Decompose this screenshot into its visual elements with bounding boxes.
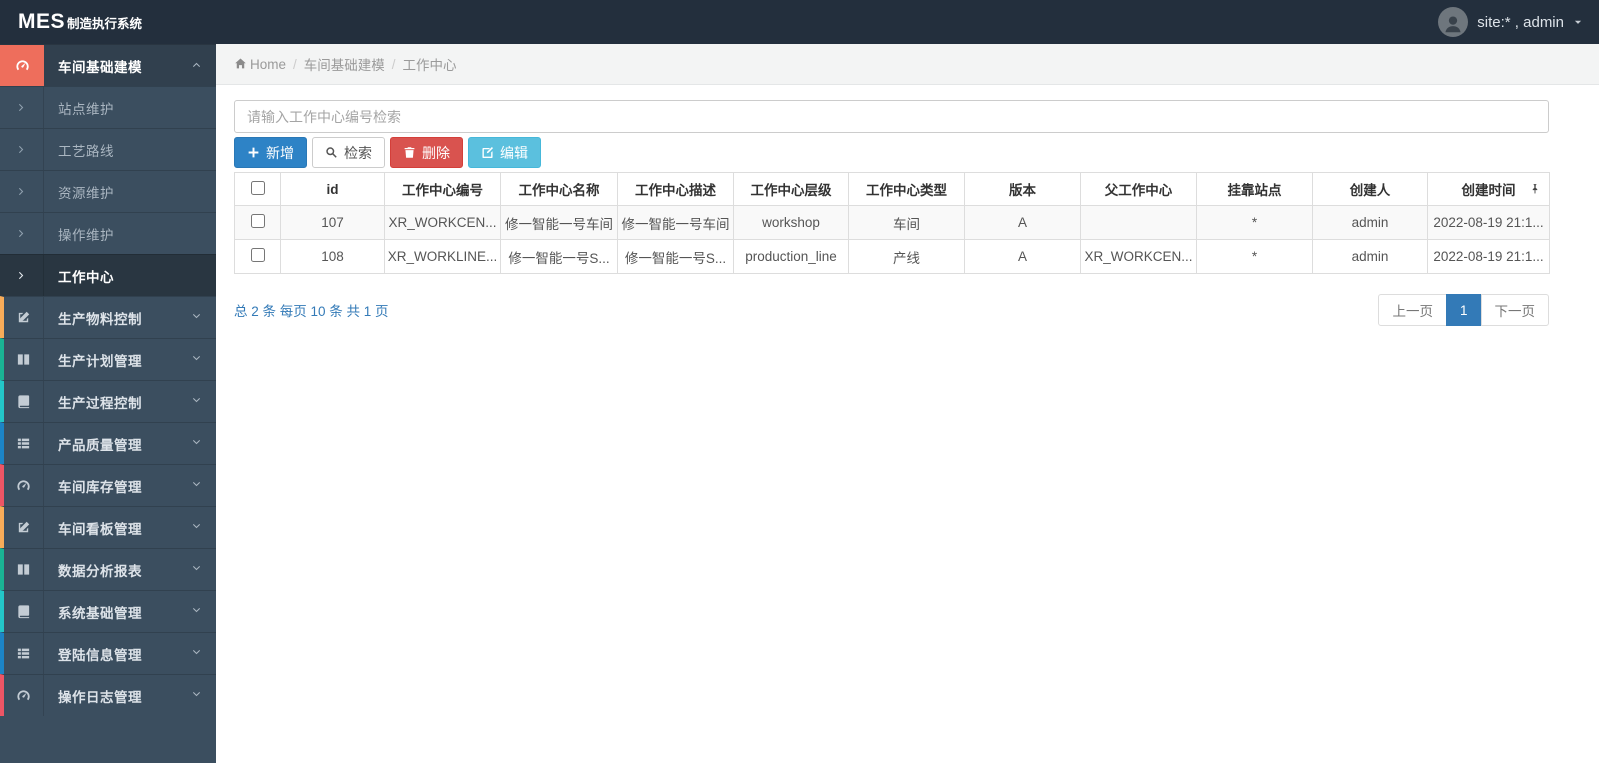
sidebar-item-inventory-management[interactable]: 车间库存管理 xyxy=(0,464,216,506)
col-id: id xyxy=(280,172,385,206)
sidebar-item-operation-maintenance[interactable]: 操作维护 xyxy=(0,212,216,254)
work-center-table: id 工作中心编号 工作中心名称 工作中心描述 工作中心层级 工作中心类型 版本… xyxy=(234,172,1550,274)
chevron-down-icon xyxy=(191,477,202,495)
dashboard-icon xyxy=(0,45,44,86)
table-row[interactable]: 108 XR_WORKLINE... 修一智能一号S... 修一智能一号S...… xyxy=(234,239,1550,274)
columns-icon xyxy=(4,339,44,380)
select-all-checkbox[interactable] xyxy=(250,180,265,195)
sidebar-item-resource-maintenance[interactable]: 资源维护 xyxy=(0,170,216,212)
user-menu[interactable]: site:* , admin xyxy=(1438,7,1583,37)
col-parent: 父工作中心 xyxy=(1080,172,1197,206)
chevron-right-icon xyxy=(0,255,44,296)
sidebar-item-process-control[interactable]: 生产过程控制 xyxy=(0,380,216,422)
book-icon xyxy=(4,381,44,422)
top-bar: MES 制造执行系统 site:* , admin xyxy=(0,0,1599,44)
chevron-down-icon xyxy=(191,519,202,537)
chevron-right-icon xyxy=(0,171,44,212)
home-icon xyxy=(234,57,250,72)
table-row[interactable]: 107 XR_WORKCEN... 修一智能一号车间 修一智能一号车间 work… xyxy=(234,205,1550,240)
pagination-summary: 总 2 条 每页 10 条 共 1 页 xyxy=(234,304,389,319)
pencil-square-icon xyxy=(4,297,44,338)
col-name: 工作中心名称 xyxy=(500,172,618,206)
breadcrumb-level1[interactable]: 车间基础建模 xyxy=(304,54,385,74)
book-icon xyxy=(4,591,44,632)
sidebar-item-station-maintenance[interactable]: 站点维护 xyxy=(0,86,216,128)
chevron-down-icon xyxy=(191,309,202,327)
chevron-right-icon xyxy=(0,87,44,128)
edit-icon xyxy=(481,146,494,159)
person-icon xyxy=(1442,13,1464,35)
col-version: 版本 xyxy=(964,172,1081,206)
plus-icon xyxy=(247,146,260,159)
search-input[interactable] xyxy=(234,100,1549,133)
col-create-time: 创建时间 xyxy=(1427,172,1550,206)
row-checkbox[interactable] xyxy=(250,248,265,262)
prev-page-button[interactable]: 上一页 xyxy=(1378,294,1447,326)
sidebar-item-workshop-base-modeling[interactable]: 车间基础建模 xyxy=(0,44,216,86)
sidebar-item-process-route[interactable]: 工艺路线 xyxy=(0,128,216,170)
delete-button[interactable]: 删除 xyxy=(390,137,463,168)
sidebar-item-material-control[interactable]: 生产物料控制 xyxy=(0,296,216,338)
add-button[interactable]: 新增 xyxy=(234,137,307,168)
sidebar-item-work-center[interactable]: 工作中心 xyxy=(0,254,216,296)
col-level: 工作中心层级 xyxy=(733,172,849,206)
sidebar-item-login-info[interactable]: 登陆信息管理 xyxy=(0,632,216,674)
sidebar-item-quality-management[interactable]: 产品质量管理 xyxy=(0,422,216,464)
chevron-down-icon xyxy=(191,561,202,579)
dashboard-icon xyxy=(4,675,44,716)
caret-down-icon xyxy=(1573,14,1583,31)
select-all-header xyxy=(234,172,281,206)
chevron-right-icon xyxy=(0,213,44,254)
user-label: site:* , admin xyxy=(1477,13,1564,31)
sidebar-item-operation-log[interactable]: 操作日志管理 xyxy=(0,674,216,716)
col-description: 工作中心描述 xyxy=(617,172,734,206)
chevron-down-icon xyxy=(191,393,202,411)
pagination: 总 2 条 每页 10 条 共 1 页 上一页 1 下一页 xyxy=(234,294,1549,326)
table-header-row: id 工作中心编号 工作中心名称 工作中心描述 工作中心层级 工作中心类型 版本… xyxy=(234,172,1550,206)
search-button[interactable]: 检索 xyxy=(312,137,385,168)
app-logo: MES 制造执行系统 xyxy=(0,10,142,34)
col-code: 工作中心编号 xyxy=(384,172,501,206)
chevron-down-icon xyxy=(191,435,202,453)
trash-icon xyxy=(403,146,416,159)
next-page-button[interactable]: 下一页 xyxy=(1480,294,1549,326)
sidebar: 车间基础建模 站点维护 工艺路线 资源维护 操作维护 工作中心 生产物料控制 生… xyxy=(0,44,216,763)
sidebar-item-system-management[interactable]: 系统基础管理 xyxy=(0,590,216,632)
edit-button[interactable]: 编辑 xyxy=(468,137,541,168)
col-type: 工作中心类型 xyxy=(848,172,965,206)
columns-icon xyxy=(4,549,44,590)
chevron-right-icon xyxy=(0,129,44,170)
brand-sub: 制造执行系统 xyxy=(67,17,143,31)
sidebar-item-board-management[interactable]: 车间看板管理 xyxy=(0,506,216,548)
th-list-icon xyxy=(4,423,44,464)
breadcrumb-current: 工作中心 xyxy=(402,58,457,73)
chevron-up-icon xyxy=(191,57,202,75)
chevron-down-icon xyxy=(191,645,202,663)
pin-icon[interactable] xyxy=(1529,182,1541,199)
page-1-button[interactable]: 1 xyxy=(1445,294,1482,326)
th-list-icon xyxy=(4,633,44,674)
breadcrumb: Home / 车间基础建模 / 工作中心 xyxy=(216,44,1599,85)
avatar xyxy=(1438,7,1469,37)
chevron-down-icon xyxy=(191,351,202,369)
dashboard-icon xyxy=(4,465,44,506)
chevron-down-icon xyxy=(191,603,202,621)
pencil-square-icon xyxy=(4,507,44,548)
brand-main: MES xyxy=(18,10,66,33)
chevron-down-icon xyxy=(191,687,202,705)
row-checkbox[interactable] xyxy=(250,214,265,228)
sidebar-item-report-analysis[interactable]: 数据分析报表 xyxy=(0,548,216,590)
main-content: Home / 车间基础建模 / 工作中心 新增 检索 删除 编辑 xyxy=(216,44,1599,777)
toolbar: 新增 检索 删除 编辑 xyxy=(234,137,1549,168)
breadcrumb-home[interactable]: Home xyxy=(234,57,286,72)
col-creator: 创建人 xyxy=(1312,172,1428,206)
search-icon xyxy=(325,146,338,159)
col-station: 挂靠站点 xyxy=(1196,172,1313,206)
sidebar-item-plan-management[interactable]: 生产计划管理 xyxy=(0,338,216,380)
